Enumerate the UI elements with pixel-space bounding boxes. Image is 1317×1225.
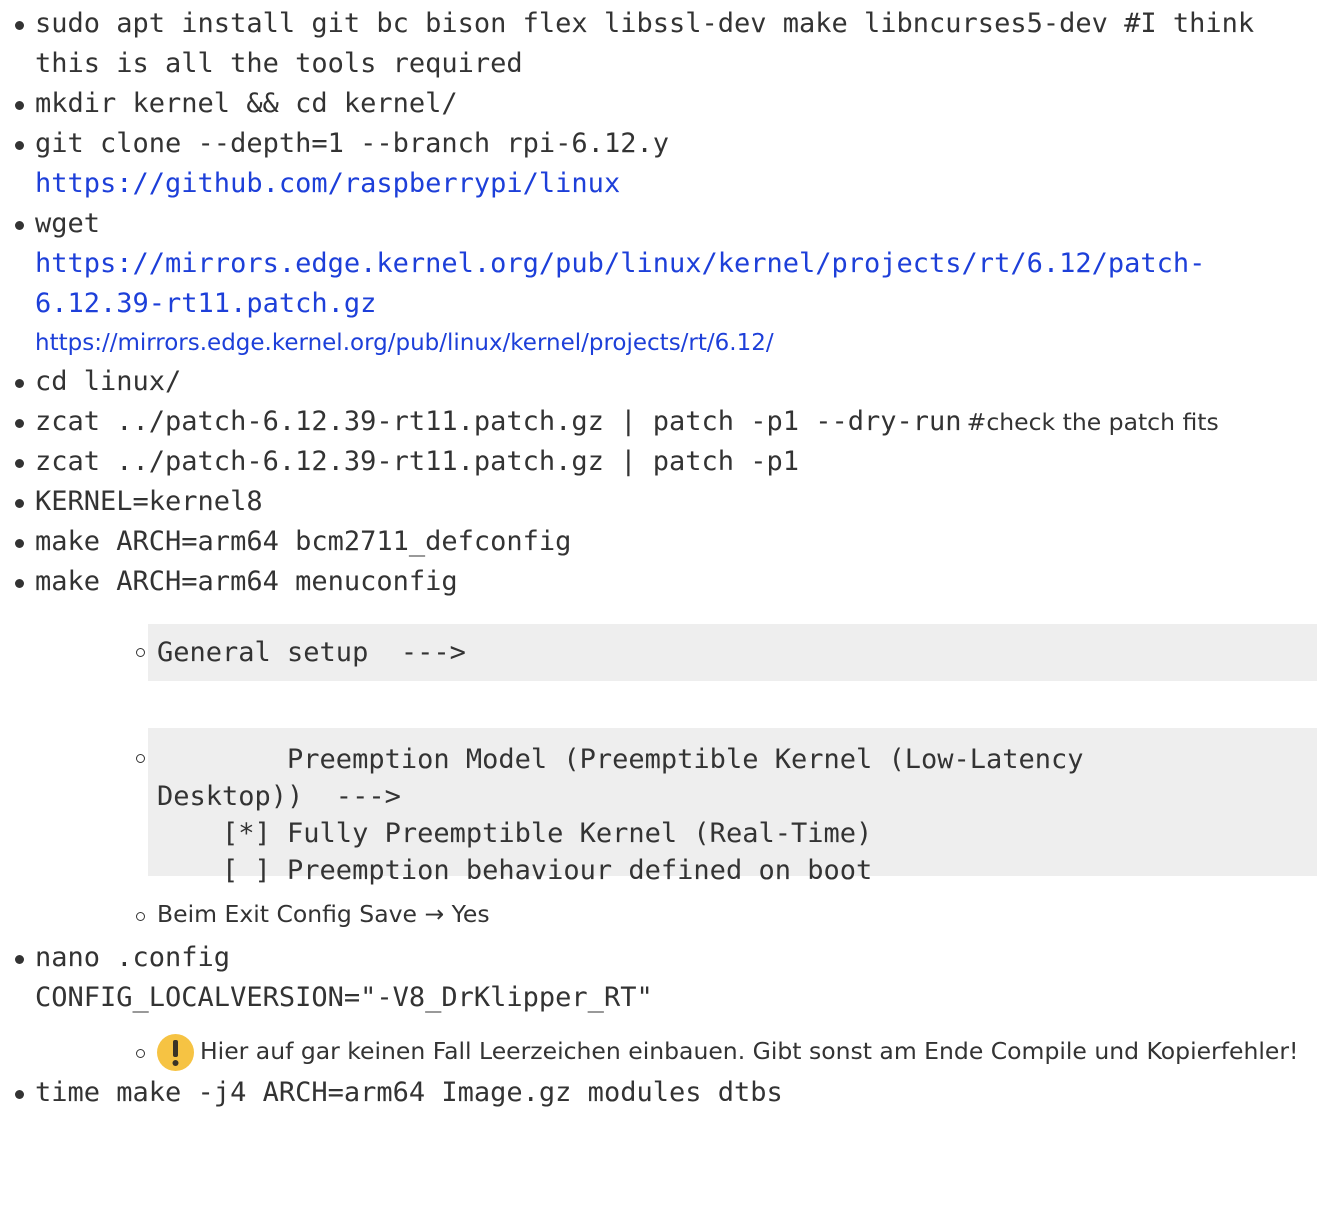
step-git-clone: git clone --depth=1 --branch rpi-6.12.y …: [0, 125, 1317, 205]
kernel-build-steps: sudo apt install git bc bison flex libss…: [0, 5, 1317, 1114]
github-link[interactable]: https://github.com/raspberrypi/linux: [35, 168, 620, 199]
step-defconfig: make ARCH=arm64 bcm2711_defconfig: [0, 523, 1317, 563]
preemption-line2: Desktop)) --->: [157, 781, 401, 812]
command-text: mkdir kernel && cd kernel/: [35, 88, 458, 119]
command-text: cd linux/: [35, 366, 182, 397]
preemption-line1: Preemption Model (Preemptible Kernel (Lo…: [157, 744, 1084, 775]
command-text: nano .config: [35, 942, 231, 973]
step-nano-config: nano .config CONFIG_LOCALVERSION="-V8_Dr…: [0, 939, 1317, 1072]
warning-text: Hier auf gar keinen Fall Leerzeichen ein…: [200, 1037, 1299, 1065]
command-text: time make -j4 ARCH=arm64 Image.gz module…: [35, 1077, 783, 1108]
exit-save-item: Beim Exit Config Save → Yes: [35, 896, 1317, 935]
preemption-model-code: Preemption Model (Preemptible Kernel (Lo…: [148, 728, 1317, 886]
option-full-rt: [*] Fully Preemptible Kernel (Real-Time): [157, 818, 873, 849]
command-text: KERNEL=kernel8: [35, 486, 263, 517]
general-setup-item: General setup --->: [35, 624, 1317, 681]
command-text: git clone --depth=1 --branch rpi-6.12.y: [35, 128, 669, 159]
step-patch-dry-run: zcat ../patch-6.12.39-rt11.patch.gz | pa…: [0, 403, 1317, 443]
exclamation-warning-icon: [157, 1034, 194, 1071]
exit-save-note: Beim Exit Config Save → Yes: [157, 900, 490, 928]
config-substeps: Hier auf gar keinen Fall Leerzeichen ein…: [35, 1033, 1317, 1072]
command-text: make ARCH=arm64 menuconfig: [35, 566, 458, 597]
step-wget: wget https://mirrors.edge.kernel.org/pub…: [0, 205, 1317, 363]
general-setup-code: General setup --->: [148, 624, 1317, 681]
command-text: zcat ../patch-6.12.39-rt11.patch.gz | pa…: [35, 406, 962, 437]
config-localversion: CONFIG_LOCALVERSION="-V8_DrKlipper_RT": [35, 982, 653, 1013]
step-build: time make -j4 ARCH=arm64 Image.gz module…: [0, 1074, 1317, 1114]
menuconfig-substeps: General setup ---> Preemption Model (Pre…: [35, 624, 1317, 935]
step-menuconfig: make ARCH=arm64 menuconfig General setup…: [0, 563, 1317, 935]
command-text: zcat ../patch-6.12.39-rt11.patch.gz | pa…: [35, 446, 800, 477]
command-text: wget: [35, 208, 101, 239]
step-kernel-var: KERNEL=kernel8: [0, 483, 1317, 523]
warning-item: Hier auf gar keinen Fall Leerzeichen ein…: [35, 1033, 1317, 1072]
step-apply-patch: zcat ../patch-6.12.39-rt11.patch.gz | pa…: [0, 443, 1317, 483]
step-cd-linux: cd linux/: [0, 363, 1317, 403]
patch-directory-link[interactable]: https://mirrors.edge.kernel.org/pub/linu…: [35, 330, 774, 356]
command-text: sudo apt install git bc bison flex libss…: [35, 8, 1255, 79]
step-mkdir: mkdir kernel && cd kernel/: [0, 85, 1317, 125]
page: { "colors": { "link": "#1d3fd9", "text":…: [0, 0, 1317, 1225]
command-text: make ARCH=arm64 bcm2711_defconfig: [35, 526, 572, 557]
command-comment: #check the patch fits: [966, 408, 1219, 436]
step-install-tools: sudo apt install git bc bison flex libss…: [0, 5, 1317, 85]
option-boot-behaviour: [ ] Preemption behaviour defined on boot: [157, 855, 873, 886]
preemption-model-item: Preemption Model (Preemptible Kernel (Lo…: [35, 728, 1317, 886]
patch-file-link[interactable]: https://mirrors.edge.kernel.org/pub/linu…: [35, 248, 1205, 319]
